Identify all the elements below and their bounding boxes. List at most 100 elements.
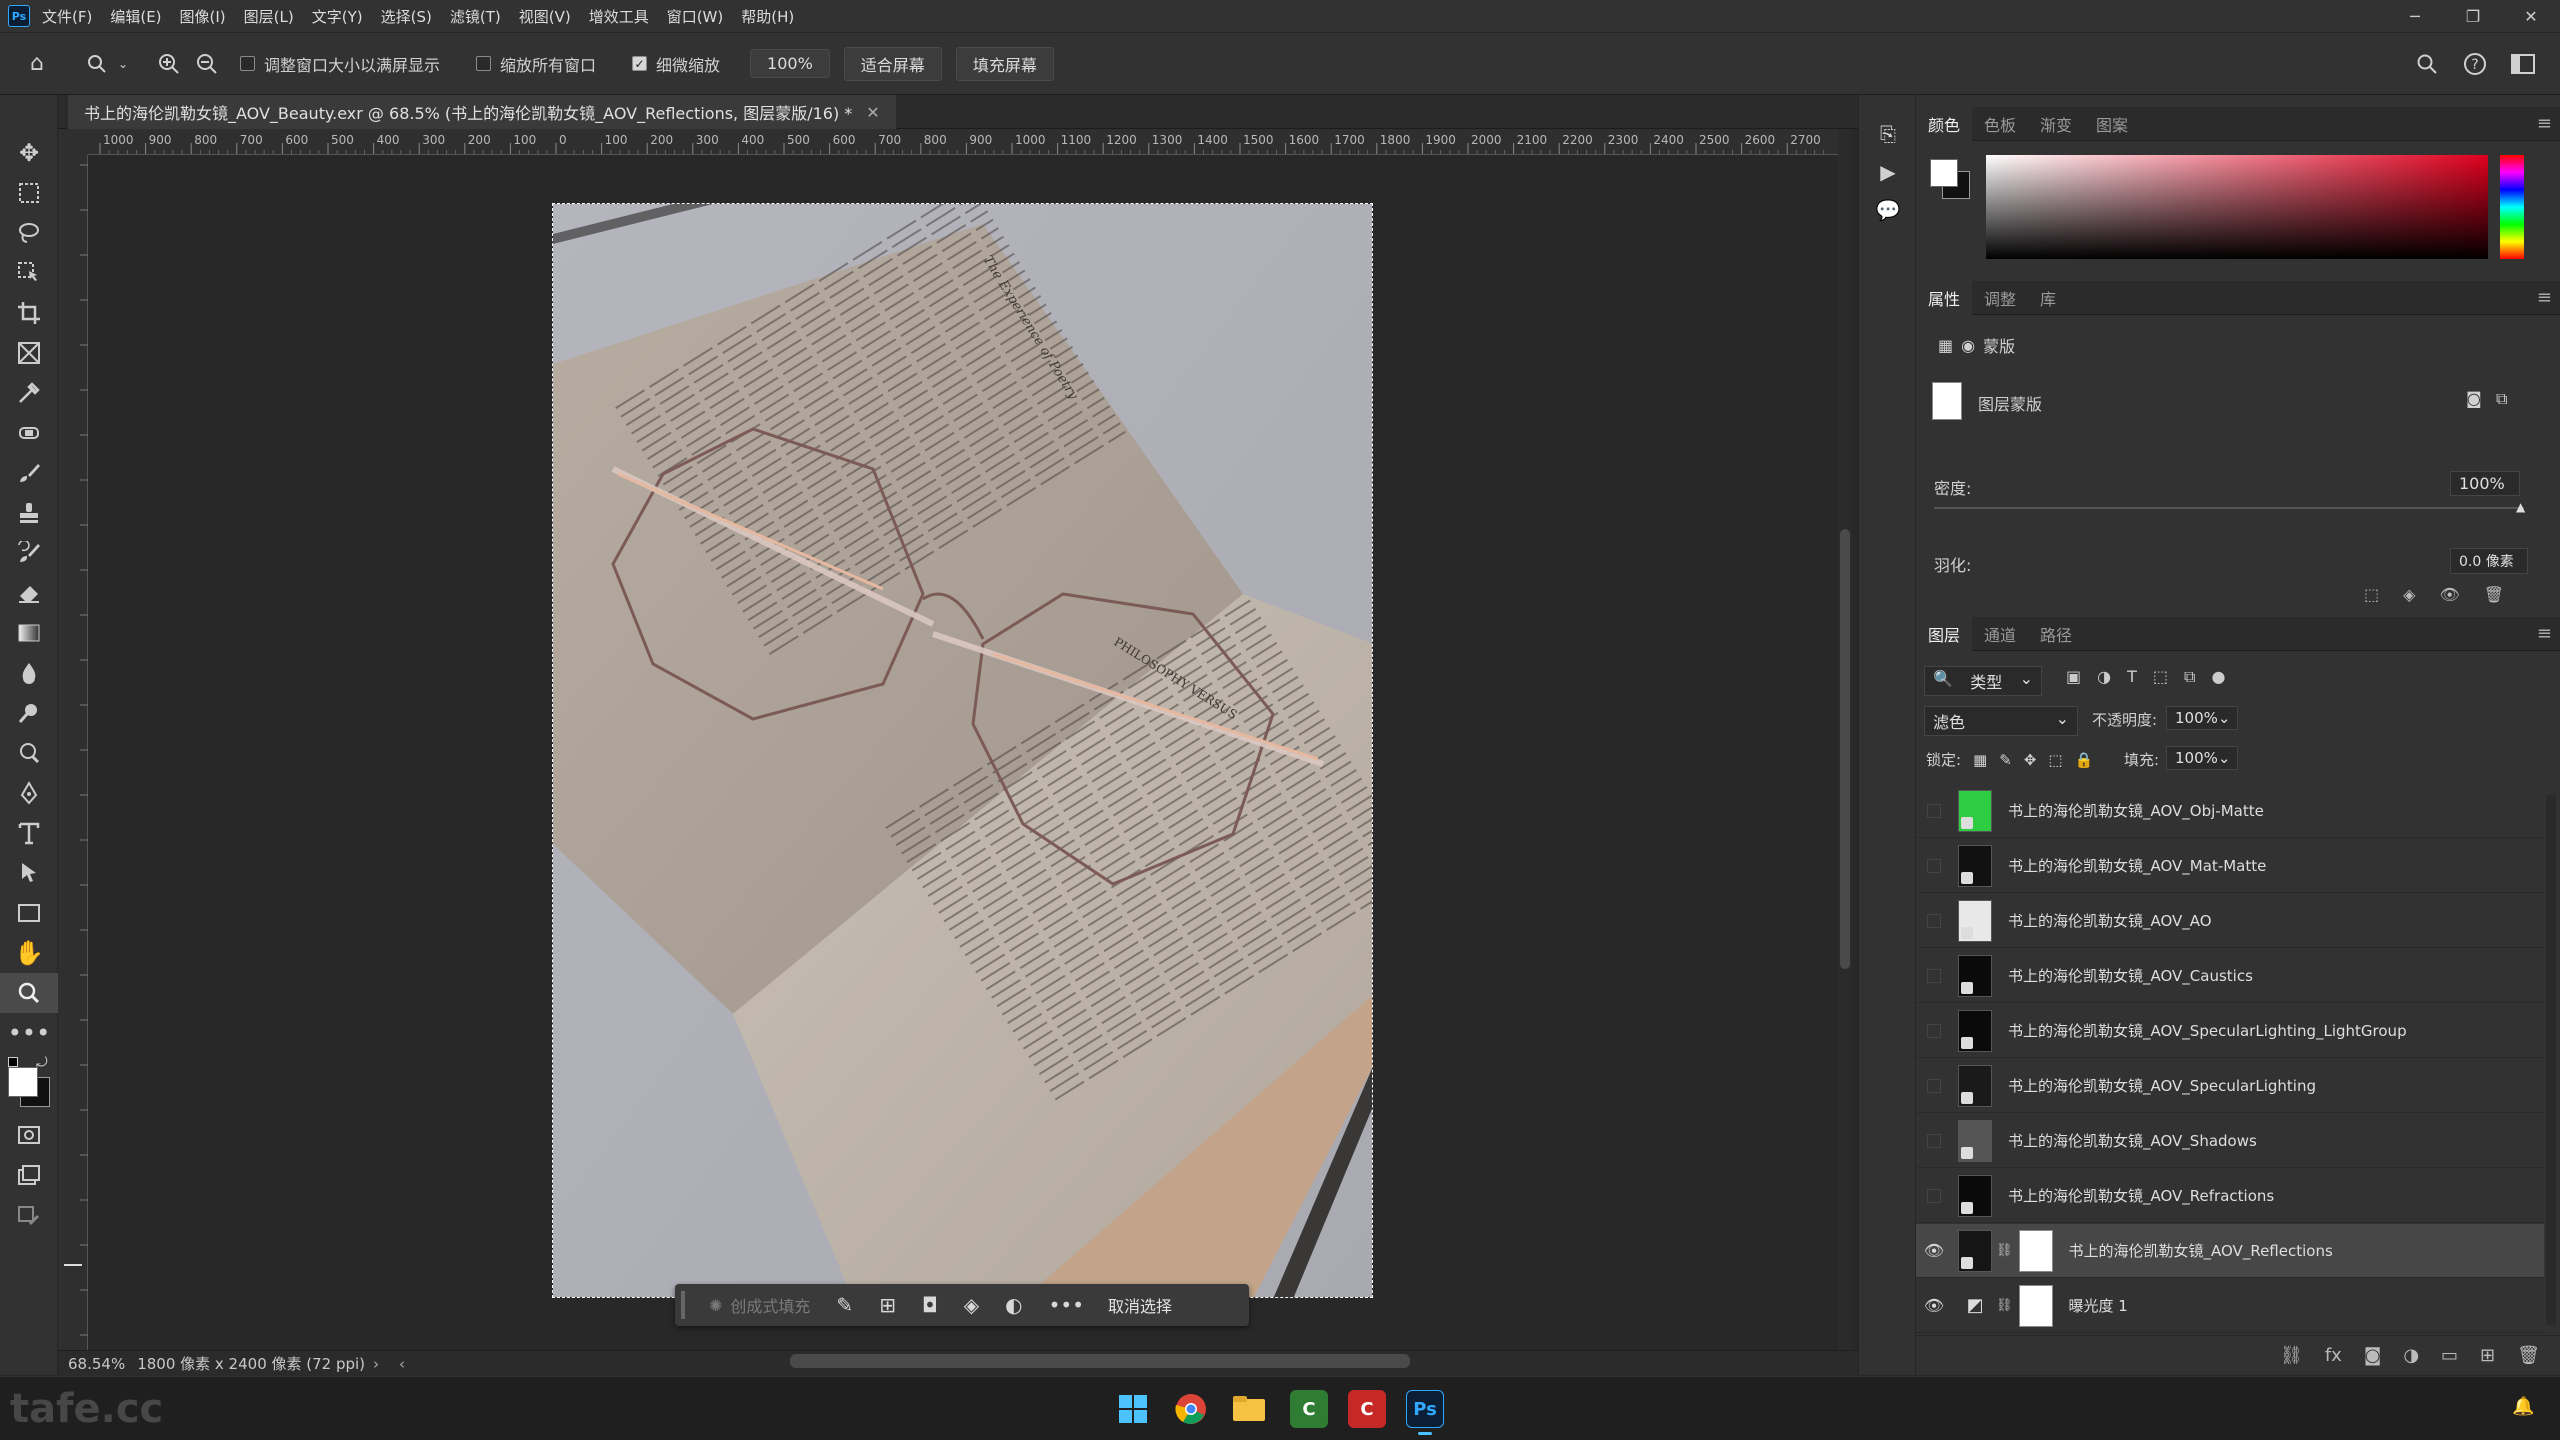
visibility-toggle[interactable] xyxy=(1927,1078,1941,1093)
tab-adjustments[interactable]: 调整 xyxy=(1972,281,2028,315)
visibility-toggle[interactable] xyxy=(1927,1188,1941,1203)
panel-menu-icon[interactable]: ≡ xyxy=(2537,623,2552,644)
close-document-icon[interactable]: ✕ xyxy=(866,103,879,122)
fill-input[interactable]: 100% ⌄ xyxy=(2166,746,2238,770)
opacity-input[interactable]: 100% ⌄ xyxy=(2166,706,2238,730)
zoom-level[interactable]: 68.54% xyxy=(68,1355,125,1373)
generative-fill-button[interactable]: ✺ 创成式填充 xyxy=(709,1293,810,1317)
photoshop-taskbar-icon[interactable]: Ps xyxy=(1406,1390,1444,1428)
layer-name[interactable]: 书上的海伦凯勒女镜_AOV_Refractions xyxy=(2008,1185,2274,1206)
frame-tool-icon[interactable] xyxy=(0,333,58,373)
layer-name[interactable]: 书上的海伦凯勒女镜_AOV_AO xyxy=(2008,910,2212,931)
layer-name[interactable]: 书上的海伦凯勒女镜_AOV_Mat-Matte xyxy=(2008,855,2266,876)
filter-type-icon[interactable]: T xyxy=(2127,667,2137,687)
tab-libraries[interactable]: 库 xyxy=(2028,281,2068,315)
transform-selection-icon[interactable]: ⊞ xyxy=(879,1293,896,1317)
menu-layer[interactable]: 图层(L) xyxy=(244,6,294,27)
notification-icon[interactable]: 🔔 xyxy=(2512,1396,2534,1417)
minimize-icon[interactable]: ─ xyxy=(2386,0,2444,32)
menu-plugins[interactable]: 增效工具 xyxy=(589,6,649,27)
deselect-button[interactable]: 取消选择 xyxy=(1108,1293,1172,1317)
add-mask-icon[interactable]: ◙ xyxy=(2364,1345,2381,1366)
visibility-eye-icon[interactable]: 👁 xyxy=(1916,1241,1952,1260)
zoom-in-icon[interactable] xyxy=(152,47,186,81)
zoom-out-icon[interactable] xyxy=(190,47,224,81)
layer-row[interactable]: 👁 ◩ ⛓ 曝光度 1 xyxy=(1916,1279,2544,1333)
quick-mask-icon[interactable] xyxy=(0,1115,58,1155)
sponge-tool-icon[interactable] xyxy=(0,733,58,773)
menu-image[interactable]: 图像(I) xyxy=(180,6,226,27)
layer-row[interactable]: 书上的海伦凯勒女镜_AOV_AO xyxy=(1916,894,2544,948)
visibility-toggle[interactable] xyxy=(1927,1023,1941,1038)
layer-thumbnail[interactable] xyxy=(1958,899,1992,942)
zoom-100-button[interactable]: 100% xyxy=(750,49,830,78)
layer-row[interactable]: 书上的海伦凯勒女镜_AOV_Shadows xyxy=(1916,1114,2544,1168)
screen-mode-icon[interactable] xyxy=(0,1155,58,1195)
ruler-origin[interactable] xyxy=(58,129,88,155)
tab-paths[interactable]: 路径 xyxy=(2028,617,2084,651)
menu-filter[interactable]: 滤镜(T) xyxy=(450,6,501,27)
visibility-toggle[interactable] xyxy=(1927,968,1941,983)
vector-mask-icon[interactable]: ⧉ xyxy=(2496,389,2507,409)
search-icon[interactable] xyxy=(2410,47,2444,81)
crop-tool-icon[interactable] xyxy=(0,293,58,333)
path-selection-tool-icon[interactable] xyxy=(0,853,58,893)
delete-layer-icon[interactable]: 🗑 xyxy=(2517,1345,2540,1366)
density-input[interactable]: 100% xyxy=(2450,471,2520,496)
zoom-tool-icon[interactable] xyxy=(0,973,58,1013)
layer-mask-thumbnail[interactable] xyxy=(2018,1229,2053,1272)
layer-thumbnail[interactable] xyxy=(1958,954,1992,997)
resize-windows-checkbox[interactable]: 调整窗口大小以满屏显示 xyxy=(240,52,440,76)
layer-name[interactable]: 书上的海伦凯勒女镜_AOV_Reflections xyxy=(2069,1240,2333,1261)
blur-tool-icon[interactable] xyxy=(0,653,58,693)
recorder-icon[interactable]: C xyxy=(1348,1390,1386,1428)
status-chevron-icon[interactable]: › xyxy=(373,1355,379,1373)
zoom-all-windows-checkbox[interactable]: 缩放所有窗口 xyxy=(476,52,596,76)
foreground-color-swatch[interactable] xyxy=(8,1067,38,1097)
history-panel-icon[interactable]: ⎘ xyxy=(1859,115,1917,153)
layer-thumbnail[interactable] xyxy=(1958,1119,1992,1162)
filter-pixel-icon[interactable]: ▣ xyxy=(2066,667,2081,687)
delete-mask-icon[interactable]: 🗑 xyxy=(2484,585,2504,604)
layer-name[interactable]: 书上的海伦凯勒女镜_AOV_Caustics xyxy=(2008,965,2253,986)
layer-row[interactable]: 书上的海伦凯勒女镜_AOV_Caustics xyxy=(1916,949,2544,1003)
camtasia-icon[interactable]: C xyxy=(1290,1390,1328,1428)
select-mask-icon[interactable]: ◙ xyxy=(2466,389,2482,408)
tab-channels[interactable]: 通道 xyxy=(1972,617,2028,651)
layer-mask-thumbnail[interactable] xyxy=(2018,1284,2053,1327)
restore-icon[interactable]: ❐ xyxy=(2444,0,2502,32)
type-tool-icon[interactable] xyxy=(0,813,58,853)
document-info[interactable]: 1800 像素 x 2400 像素 (72 ppi) xyxy=(137,1353,365,1374)
actions-panel-icon[interactable]: ▶ xyxy=(1859,153,1917,191)
tool-preset-chevron-icon[interactable]: ⌄ xyxy=(114,47,132,81)
layer-thumbnail[interactable] xyxy=(1958,1174,1992,1217)
feather-input[interactable]: 0.0 像素 xyxy=(2450,548,2528,574)
layer-style-icon[interactable]: fx xyxy=(2325,1345,2342,1366)
tab-gradients[interactable]: 渐变 xyxy=(2028,107,2084,141)
exposure-adjustment-icon[interactable]: ◩ xyxy=(1958,1295,1992,1316)
dodge-tool-icon[interactable] xyxy=(0,693,58,733)
layer-row[interactable]: 书上的海伦凯勒女镜_AOV_Mat-Matte xyxy=(1916,839,2544,893)
create-mask-icon[interactable]: ◘ xyxy=(922,1293,938,1317)
menu-select[interactable]: 选择(S) xyxy=(381,6,432,27)
menu-window[interactable]: 窗口(W) xyxy=(667,6,724,27)
brush-tool-icon[interactable] xyxy=(0,453,58,493)
pen-tool-icon[interactable] xyxy=(0,773,58,813)
clone-stamp-tool-icon[interactable] xyxy=(0,493,58,533)
filter-adjustment-icon[interactable]: ◑ xyxy=(2097,667,2111,687)
eraser-tool-icon[interactable] xyxy=(0,573,58,613)
marquee-tool-icon[interactable] xyxy=(0,173,58,213)
blend-mode-select[interactable]: 滤色 ⌄ xyxy=(1924,706,2078,736)
mask-link-icon[interactable]: ⛓ xyxy=(1996,1298,2013,1313)
hue-slider[interactable] xyxy=(2500,155,2524,259)
panel-menu-icon[interactable]: ≡ xyxy=(2537,113,2552,134)
file-explorer-icon[interactable] xyxy=(1230,1390,1268,1428)
invert-selection-icon[interactable]: ◐ xyxy=(1005,1293,1022,1317)
layer-name[interactable]: 书上的海伦凯勒女镜_AOV_SpecularLighting_LightGrou… xyxy=(2008,1020,2407,1041)
new-layer-icon[interactable]: ⊞ xyxy=(2480,1345,2495,1366)
object-selection-tool-icon[interactable] xyxy=(0,253,58,293)
mask-link-icon[interactable]: ⛓ xyxy=(1996,1243,2013,1258)
comments-panel-icon[interactable]: 💬 xyxy=(1859,191,1917,229)
move-tool-icon[interactable]: ✥ xyxy=(0,133,58,173)
layers-scrollbar[interactable] xyxy=(2546,795,2556,1325)
